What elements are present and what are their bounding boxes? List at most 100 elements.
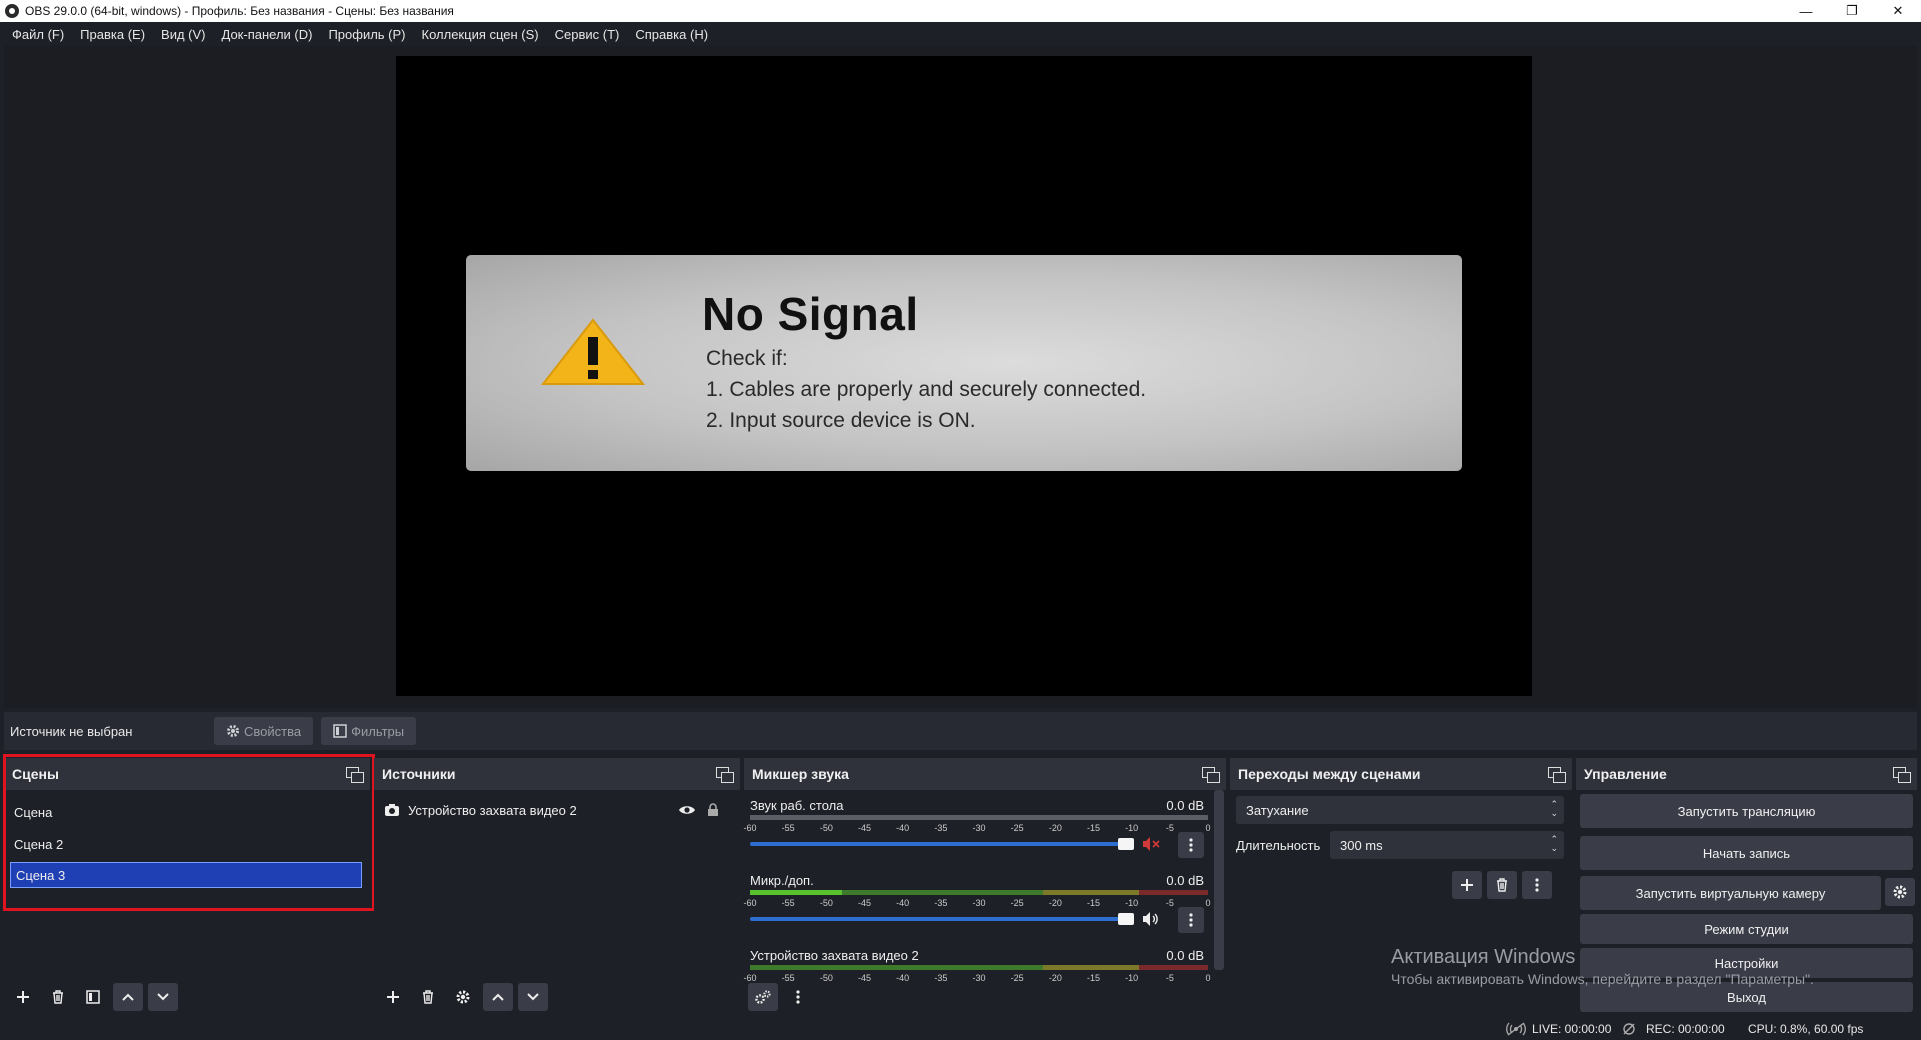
meter-tick-label: -55 <box>781 898 795 908</box>
mixer-menu-button[interactable] <box>783 983 813 1011</box>
meter-tick-label: -40 <box>896 823 910 833</box>
add-transition-button[interactable] <box>1452 871 1482 899</box>
meter-tick-label: -40 <box>896 973 910 983</box>
advanced-audio-button[interactable] <box>748 983 778 1011</box>
filters-label: Фильтры <box>351 723 405 739</box>
meter-tick-label: 0 <box>1205 973 1211 983</box>
preview-area: No Signal Check if: 1. Cables are proper… <box>4 46 1917 708</box>
add-scene-button[interactable] <box>8 983 38 1011</box>
speaker-icon[interactable] <box>1142 911 1160 927</box>
volume-slider[interactable] <box>750 838 1134 850</box>
mixer-title: Микшер звука <box>752 766 849 782</box>
menu-view[interactable]: Вид (V) <box>153 27 213 42</box>
meter-tick-label: 0 <box>1205 898 1211 908</box>
meter-scale: -60 -55 -50 -45 -40 -35 -30 -25 -20 -15 -10 -5 0 <box>743 973 1211 985</box>
menu-profile[interactable]: Профиль (P) <box>320 27 413 42</box>
meter-tick-label: -15 <box>1086 973 1101 983</box>
remove-scene-button[interactable] <box>43 983 73 1011</box>
channel-name: Микр./доп. <box>750 873 814 888</box>
start-record-button[interactable]: Начать запись <box>1580 836 1913 870</box>
remove-source-button[interactable] <box>413 983 443 1011</box>
undock-icon[interactable] <box>1202 767 1220 783</box>
channel-menu-button[interactable] <box>1178 907 1204 933</box>
meter-tick-label: -55 <box>781 973 795 983</box>
channel-db: 0.0 dB <box>1166 948 1204 963</box>
close-button[interactable]: ✕ <box>1875 0 1921 22</box>
plus-icon <box>387 991 399 1003</box>
start-stream-button[interactable]: Запустить трансляцию <box>1580 794 1913 828</box>
transition-select[interactable]: Затухание ⌃ ⌄ <box>1236 796 1564 824</box>
meter-tick-label: -25 <box>1010 973 1024 983</box>
restore-button[interactable]: ❐ <box>1829 0 1875 22</box>
move-source-up-button[interactable] <box>483 983 513 1011</box>
record-icon <box>1623 1023 1635 1035</box>
meter-tick-label: -10 <box>1125 973 1139 983</box>
duration-field[interactable]: 300 ms ⌃ ⌄ <box>1330 831 1564 859</box>
mixer-channel: Микр./доп. 0.0 dB -60 -55 -50 -45 -40 -35 -30-… <box>743 873 1222 943</box>
menu-file[interactable]: Файл (F) <box>4 27 72 42</box>
menu-tools[interactable]: Сервис (T) <box>547 27 628 42</box>
filter-icon <box>86 990 100 1004</box>
menu-scene-collection[interactable]: Коллекция сцен (S) <box>414 27 547 42</box>
no-source-label: Источник не выбран <box>10 723 133 739</box>
menu-edit[interactable]: Правка (E) <box>72 27 153 42</box>
more-vertical-icon <box>1535 878 1539 892</box>
chevron-down-icon <box>527 993 539 1001</box>
undock-icon[interactable] <box>1548 767 1566 783</box>
audio-mixer-dock: Микшер звука Звук раб. стола 0.0 dB -60 -… <box>743 758 1226 1015</box>
volume-slider-handle[interactable] <box>1118 913 1134 925</box>
undock-icon[interactable] <box>1893 767 1911 783</box>
cpu-fps: CPU: 0.8%, 60.00 fps <box>1748 1022 1864 1036</box>
eye-icon[interactable] <box>678 804 696 816</box>
meter-tick-label: -15 <box>1086 823 1101 833</box>
move-source-down-button[interactable] <box>518 983 548 1011</box>
mixer-channel: Звук раб. стола 0.0 dB -60 -55 -50 -45 -40 -3… <box>743 798 1222 868</box>
status-bar: LIVE: 00:00:00 REC: 00:00:00 CPU: 0.8%, … <box>0 1018 1921 1040</box>
minimize-button[interactable]: — <box>1783 0 1829 22</box>
filters-button[interactable]: Фильтры <box>321 717 417 745</box>
lock-icon[interactable] <box>706 803 720 817</box>
channel-name: Устройство захвата видео 2 <box>750 948 919 963</box>
undock-icon[interactable] <box>716 767 734 783</box>
preview-canvas[interactable]: No Signal Check if: 1. Cables are proper… <box>396 56 1532 696</box>
stream-signal-icon <box>1506 1022 1526 1036</box>
more-vertical-icon <box>1189 838 1193 852</box>
add-source-button[interactable] <box>378 983 408 1011</box>
volume-meter <box>750 965 1208 970</box>
duration-label: Длительность <box>1236 838 1321 853</box>
remove-transition-button[interactable] <box>1487 871 1517 899</box>
no-signal-line-3: 2. Input source device is ON. <box>706 409 976 432</box>
channel-menu-button[interactable] <box>1178 832 1204 858</box>
spinner-arrows-icon[interactable]: ⌃ ⌄ <box>1550 835 1558 853</box>
warning-icon <box>540 318 646 385</box>
properties-label: Свойства <box>244 723 302 739</box>
start-virtual-camera-button[interactable]: Запустить виртуальную камеру <box>1580 876 1881 910</box>
meter-scale: -60 -55 -50 -45 -40 -35 -30 -25 -20 -15 -10 -5 0 <box>743 898 1211 910</box>
transition-menu-button[interactable] <box>1522 871 1552 899</box>
studio-mode-button[interactable]: Режим студии <box>1580 914 1913 944</box>
source-properties-button[interactable] <box>448 983 478 1011</box>
mixer-scrollbar[interactable] <box>1214 790 1224 970</box>
meter-tick-label: -60 <box>743 973 757 983</box>
transition-select-value: Затухание <box>1246 802 1309 818</box>
meter-tick-label: -10 <box>1125 823 1139 833</box>
gear-icon <box>1893 885 1907 899</box>
scene-filters-button[interactable] <box>78 983 108 1011</box>
source-item[interactable]: Устройство захвата видео 2 <box>374 794 740 826</box>
channel-db: 0.0 dB <box>1166 873 1204 888</box>
volume-slider[interactable] <box>750 913 1134 925</box>
properties-button[interactable]: Свойства <box>214 717 314 745</box>
menu-help[interactable]: Справка (H) <box>627 27 716 42</box>
speaker-muted-icon[interactable] <box>1142 836 1160 852</box>
more-vertical-icon <box>1189 913 1193 927</box>
trash-icon <box>1497 878 1507 892</box>
meter-tick-label: -55 <box>781 823 795 833</box>
volume-slider-handle[interactable] <box>1118 838 1134 850</box>
more-vertical-icon <box>796 990 800 1004</box>
move-scene-up-button[interactable] <box>113 983 143 1011</box>
menu-docks[interactable]: Док-панели (D) <box>214 27 321 42</box>
move-scene-down-button[interactable] <box>148 983 178 1011</box>
virtual-camera-settings-button[interactable] <box>1885 878 1915 906</box>
meter-tick-label: -5 <box>1165 973 1174 983</box>
meter-tick-label: -35 <box>934 823 948 833</box>
